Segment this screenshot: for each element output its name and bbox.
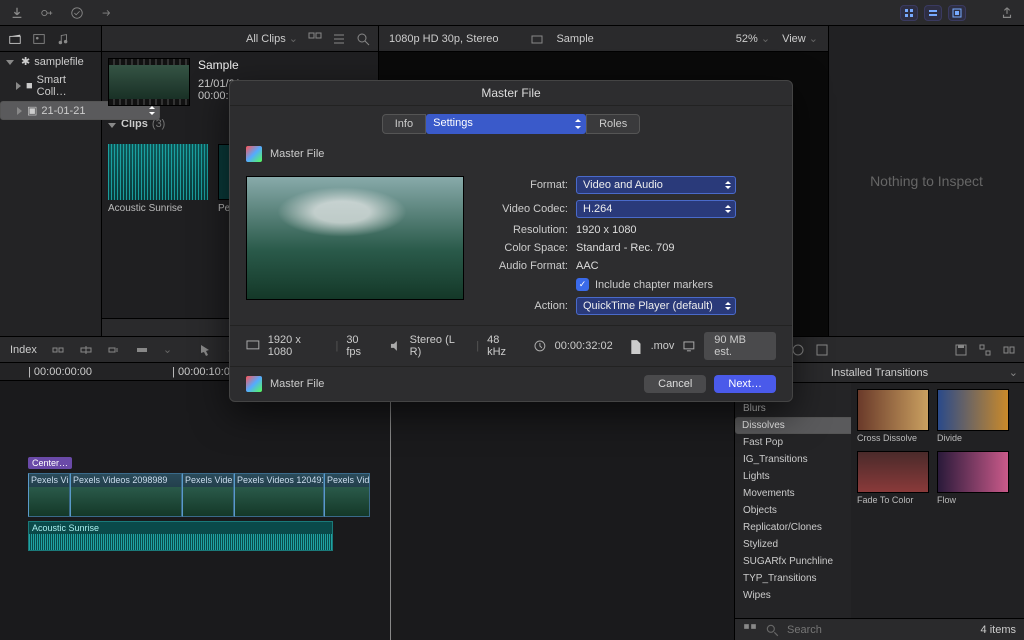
effects-category[interactable]: SUGARfx Punchline	[735, 553, 851, 570]
dual-boxes-icon[interactable]	[1002, 343, 1016, 357]
browser-filter[interactable]: All Clips ⌄	[246, 32, 298, 45]
effects-browser: Installed Transitions⌄ 360°BlursDissolve…	[734, 337, 1024, 640]
project-hero[interactable]: Sample 21/01/21 00:00:32	[108, 58, 372, 106]
browser-header: All Clips ⌄	[102, 26, 378, 52]
insert-icon[interactable]	[79, 343, 93, 357]
effects-footer: 4 items	[735, 618, 1024, 640]
effects-category[interactable]: Dissolves	[735, 417, 851, 434]
import-icon[interactable]	[10, 6, 24, 20]
effects-category[interactable]: Movements	[735, 485, 851, 502]
sidebar-toolbar	[0, 26, 101, 52]
inspector-panel: Nothing to Inspect	[828, 26, 1024, 336]
effects-category[interactable]: Stylized	[735, 536, 851, 553]
grid-view-icon[interactable]	[308, 32, 322, 46]
layout-buttons	[900, 5, 966, 21]
index-button[interactable]: Index	[10, 344, 37, 356]
timeline-panel: Index ⌄ ⌄ | 00:00:00:00 | 00:00:10:00 Ce…	[0, 337, 734, 640]
video-clip[interactable]: Pexels Videos 1204911	[234, 473, 324, 517]
effects-title[interactable]: Installed Transitions⌄	[735, 363, 1024, 383]
fx-icon-2[interactable]	[767, 343, 781, 357]
effects-item-grid: Cross DissolveDivideFade To ColorFlow	[851, 383, 1024, 618]
timeline-ruler[interactable]: | 00:00:00:00 | 00:00:10:00	[0, 363, 734, 381]
effects-category[interactable]: Objects	[735, 502, 851, 519]
share-icon[interactable]	[1000, 6, 1014, 20]
music-icon[interactable]	[56, 32, 70, 46]
project-thumb	[108, 58, 190, 106]
layout-button-3[interactable]	[948, 5, 966, 21]
key-icon[interactable]	[40, 6, 54, 20]
audio-clip[interactable]: Acoustic Sunrise	[28, 521, 333, 551]
video-clip[interactable]: Pexels Vid…	[324, 473, 370, 517]
clip-browser: All Clips ⌄ Sample 21/01/21 00:00:32 Cli…	[102, 26, 378, 336]
grid-icon[interactable]	[743, 623, 757, 637]
video-clip[interactable]: Pexels Vi…	[28, 473, 70, 517]
overwrite-icon[interactable]	[135, 343, 149, 357]
sidebar-item-smart[interactable]: ■Smart Coll…	[0, 71, 101, 101]
effects-count: 4 items	[981, 624, 1016, 636]
browser-status: 1 of 4 se	[102, 318, 378, 336]
timeline-body[interactable]: Center… Pexels Vi…Pexels Videos 2098989P…	[0, 381, 734, 640]
effects-category[interactable]: Lights	[735, 468, 851, 485]
check-circle-icon[interactable]	[70, 6, 84, 20]
marker-chip[interactable]: Center…	[28, 457, 72, 469]
playhead[interactable]	[390, 381, 391, 640]
effects-search-input[interactable]	[787, 624, 867, 636]
timeline-toolbar: Index ⌄ ⌄	[0, 337, 734, 363]
effects-category[interactable]: Blurs	[735, 400, 851, 417]
effects-category[interactable]: TYP_Transitions	[735, 570, 851, 587]
library-sidebar: ✱samplefile ■Smart Coll… ▣21-01-21	[0, 26, 102, 336]
viewer-panel: 1080p HD 30p, Stereo Sample 52% ⌄ View ⌄	[378, 26, 828, 336]
connect-icon[interactable]	[51, 343, 65, 357]
fx-icon-4[interactable]	[815, 343, 829, 357]
layout-button-2[interactable]	[924, 5, 942, 21]
video-clip[interactable]: Pexels Videos 2098989	[70, 473, 182, 517]
effects-item[interactable]: Divide	[937, 389, 1009, 443]
effects-toolbar	[735, 337, 1024, 363]
effects-item[interactable]: Cross Dissolve	[857, 389, 929, 443]
save-icon[interactable]	[954, 343, 968, 357]
video-thumb	[218, 144, 318, 200]
viewer-name: Sample	[556, 33, 593, 45]
zoom-menu[interactable]: 52% ⌄	[736, 32, 770, 45]
clapper-icon[interactable]	[8, 32, 22, 46]
search-icon	[765, 623, 779, 637]
arrow-icon[interactable]	[100, 6, 114, 20]
inspector-empty: Nothing to Inspect	[870, 173, 983, 189]
layout-button-1[interactable]	[900, 5, 918, 21]
viewer-canvas[interactable]	[379, 52, 828, 336]
video-track: Pexels Vi…Pexels Videos 2098989Pexels Vi…	[28, 473, 370, 517]
append-icon[interactable]	[107, 343, 121, 357]
fx-icon-1[interactable]	[743, 343, 757, 357]
search-icon[interactable]	[356, 32, 370, 46]
audio-waveform-icon	[108, 144, 208, 200]
effects-item[interactable]: Fade To Color	[857, 451, 929, 505]
fx-icon-3[interactable]	[791, 343, 805, 357]
project-title: Sample	[198, 58, 241, 72]
library-root[interactable]: ✱samplefile	[0, 52, 101, 71]
viewer-format: 1080p HD 30p, Stereo	[389, 33, 498, 45]
effects-item[interactable]: Flow	[937, 451, 1009, 505]
effects-category[interactable]: 360°	[735, 383, 851, 400]
effects-category[interactable]: Fast Pop	[735, 434, 851, 451]
view-menu[interactable]: View ⌄	[782, 32, 818, 45]
video-clip[interactable]: Pexels Vide…	[182, 473, 234, 517]
clip-item[interactable]: Acoustic Sunrise	[108, 144, 208, 214]
list-view-icon[interactable]	[332, 32, 346, 46]
boxes-icon[interactable]	[978, 343, 992, 357]
effects-category[interactable]: Wipes	[735, 587, 851, 604]
clip-item[interactable]: Pexels Vid…s 1204911	[218, 144, 318, 214]
viewer-header: 1080p HD 30p, Stereo Sample 52% ⌄ View ⌄	[379, 26, 828, 52]
effects-category[interactable]: IG_Transitions	[735, 451, 851, 468]
effects-category-list: 360°BlursDissolvesFast PopIG_Transitions…	[735, 383, 851, 618]
app-toolbar	[0, 0, 1024, 26]
select-tool-icon[interactable]	[198, 343, 212, 357]
clapper-small-icon	[530, 32, 544, 46]
effects-category[interactable]: Replicator/Clones	[735, 519, 851, 536]
photo-icon[interactable]	[32, 32, 46, 46]
